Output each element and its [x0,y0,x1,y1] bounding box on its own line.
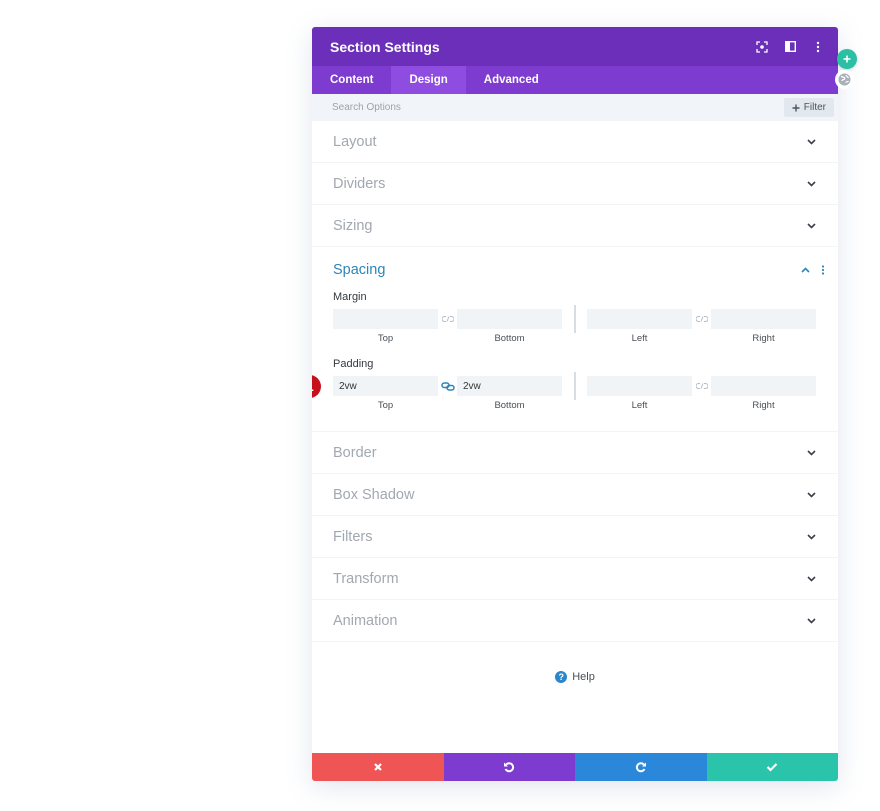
stage: Section Settings Content Design Advanced [0,0,880,811]
section-title: Transform [333,570,399,587]
section-box-shadow[interactable]: Box Shadow [312,474,838,516]
undo-button[interactable] [443,753,575,781]
margin-top-label: Top [377,333,394,344]
padding-right-label: Right [752,400,775,411]
margin-top-bottom: Top Bottom [333,309,562,344]
chevron-down-icon [806,137,816,147]
unlinked-icon[interactable] [692,309,711,329]
section-title: Box Shadow [333,486,415,503]
chevron-up-icon[interactable] [800,265,810,275]
padding-bottom-input[interactable] [457,376,562,396]
section-title: Filters [333,528,373,545]
tab-design[interactable]: Design [391,66,466,94]
margin-left-right: Left Right [587,309,816,344]
padding-bottom-label: Bottom [494,400,525,411]
section-border[interactable]: Border [312,432,838,474]
section-transform[interactable]: Transform [312,558,838,600]
section-title: Spacing [333,262,386,278]
filter-label: Filter [803,102,826,113]
margin-left-label: Left [631,333,648,344]
margin-bottom-input[interactable] [457,309,562,329]
tab-content[interactable]: Content [312,66,391,94]
unlinked-icon[interactable] [692,376,711,396]
section-layout[interactable]: Layout [312,121,838,163]
modal-footer [312,753,838,781]
section-dividers[interactable]: Dividers [312,163,838,205]
padding-right-input[interactable] [711,376,816,396]
more-options-icon[interactable] [812,41,824,53]
padding-row: 1 Top Bottom [312,372,838,411]
padding-left-label: Left [631,400,648,411]
section-sizing[interactable]: Sizing [312,205,838,247]
chevron-down-icon [806,221,816,231]
spacing-actions [800,265,828,275]
divider [574,305,576,333]
screenshot-icon[interactable] [756,40,768,53]
chevron-down-icon [806,448,816,458]
chevron-down-icon [806,616,816,626]
cancel-button[interactable] [312,753,444,781]
globe-icon [838,73,851,86]
help-label: Help [572,671,595,683]
step-badge: 1 [312,375,321,398]
section-title: Sizing [333,217,373,234]
tab-bar: Content Design Advanced [312,66,838,94]
redo-icon [635,762,646,773]
section-title: Dividers [333,175,386,192]
header-actions [756,40,824,53]
chevron-down-icon [806,574,816,584]
margin-right-label: Right [752,333,775,344]
tab-advanced[interactable]: Advanced [466,66,557,94]
padding-left-input[interactable] [587,376,692,396]
help-icon: ? [555,671,568,683]
chevron-down-icon [806,532,816,542]
padding-top-label: Top [377,400,394,411]
margin-left-input[interactable] [587,309,692,329]
padding-left-right: Left Right [587,376,816,411]
unlinked-icon[interactable] [438,309,457,329]
modal-header: Section Settings [312,27,838,66]
global-button[interactable] [835,70,854,89]
section-title: Animation [333,612,398,629]
modal-title: Section Settings [330,38,440,55]
margin-top-input[interactable] [333,309,438,329]
section-filters[interactable]: Filters [312,516,838,558]
plus-icon [843,55,851,63]
undo-icon [504,762,515,773]
search-options-input[interactable] [332,102,632,113]
chevron-down-icon [806,179,816,189]
section-title: Layout [333,133,377,150]
divider [574,372,576,400]
add-button[interactable] [837,49,857,69]
check-icon [766,763,778,772]
sidebar-toggle-icon[interactable] [784,41,796,53]
padding-top-input[interactable] [333,376,438,396]
help-link[interactable]: ? Help [312,671,838,683]
more-options-icon[interactable] [818,265,828,275]
spacing-header[interactable]: Spacing [312,247,838,289]
plus-icon [792,104,800,111]
close-icon [373,763,382,771]
section-animation[interactable]: Animation [312,600,838,642]
section-title: Border [333,444,377,461]
margin-row: Top Bottom Left Right [312,305,838,344]
redo-button[interactable] [575,753,707,781]
margin-bottom-label: Bottom [494,333,525,344]
filter-button[interactable]: Filter [783,98,834,117]
linked-icon[interactable] [438,376,457,396]
section-spacing: Spacing Margin Top Bottom Left Right Pad… [312,247,838,432]
section-settings-modal: Section Settings Content Design Advanced [312,27,838,781]
search-bar: Filter [312,94,838,121]
padding-top-bottom: Top Bottom [333,376,562,411]
margin-right-input[interactable] [711,309,816,329]
save-button[interactable] [706,753,838,781]
chevron-down-icon [806,490,816,500]
